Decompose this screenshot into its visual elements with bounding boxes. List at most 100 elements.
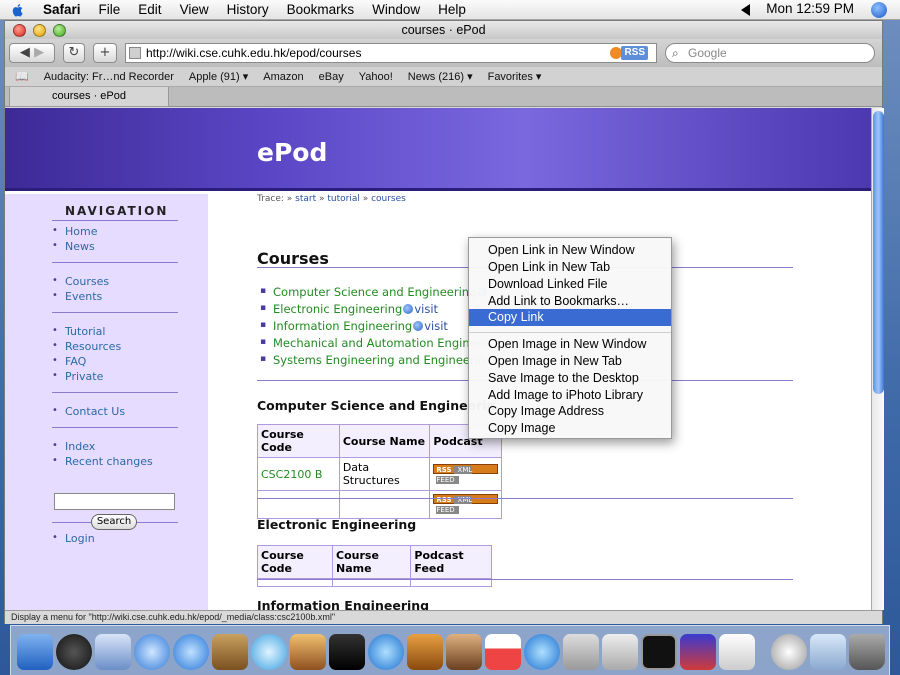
- google-search-field[interactable]: ⌕ Google: [665, 43, 875, 63]
- iphoto-icon[interactable]: [290, 634, 326, 670]
- reload-button[interactable]: ↻: [63, 43, 85, 63]
- ichat-icon[interactable]: [173, 634, 209, 670]
- rss-button[interactable]: RSS: [621, 46, 648, 60]
- system-preferences-icon[interactable]: [563, 634, 599, 670]
- course-link-seem[interactable]: Systems Engineering and Engineerin: [260, 353, 485, 367]
- grab-icon[interactable]: [602, 634, 638, 670]
- nav-faq[interactable]: FAQ: [52, 355, 87, 368]
- podcast-feed-button[interactable]: RSS XML FEED: [433, 494, 498, 514]
- breadcrumb-tutorial[interactable]: tutorial: [327, 194, 359, 204]
- address-bar[interactable]: http://wiki.cse.cuhk.edu.hk/epod/courses…: [125, 43, 657, 63]
- address-url: http://wiki.cse.cuhk.edu.hk/epod/courses: [146, 46, 362, 60]
- menu-open-image-new-tab[interactable]: Open Image in New Tab: [469, 353, 671, 370]
- apple-menu-icon[interactable]: [10, 2, 26, 18]
- imovie-icon[interactable]: [329, 634, 365, 670]
- nav-tutorial[interactable]: Tutorial: [52, 325, 106, 338]
- bookmarks-book-icon[interactable]: 📖: [15, 70, 29, 83]
- trash-icon[interactable]: [849, 634, 885, 670]
- back-forward-buttons[interactable]: ◀ ▶: [9, 43, 55, 63]
- menu-file[interactable]: File: [90, 2, 130, 17]
- menu-copy-link[interactable]: Copy Link: [469, 309, 671, 326]
- bookmark-audacity[interactable]: Audacity: Fr…nd Recorder: [44, 71, 174, 83]
- garageband-icon[interactable]: [407, 634, 443, 670]
- course-link-ie[interactable]: Information Engineeringvisit: [260, 319, 448, 333]
- menu-window[interactable]: Window: [363, 2, 429, 17]
- breadcrumb-start[interactable]: start: [295, 194, 316, 204]
- menu-copy-image[interactable]: Copy Image: [469, 420, 671, 437]
- menubar-clock[interactable]: Mon 12:59 PM: [766, 1, 854, 16]
- address-book-icon[interactable]: [212, 634, 248, 670]
- tab-courses[interactable]: courses · ePod: [9, 87, 169, 107]
- menu-bookmarks[interactable]: Bookmarks: [278, 2, 364, 17]
- terminal-icon[interactable]: [641, 634, 677, 670]
- volume-icon[interactable]: [741, 4, 750, 16]
- window-titlebar[interactable]: courses · ePod: [5, 21, 882, 39]
- course-code-link[interactable]: CSC2100 B: [257, 457, 340, 491]
- spotlight-icon[interactable]: [871, 2, 887, 18]
- quicktime-icon[interactable]: [524, 634, 560, 670]
- minimize-button[interactable]: [33, 24, 46, 37]
- globe-icon: [403, 304, 414, 314]
- nav-index[interactable]: Index: [52, 440, 95, 453]
- mail-icon[interactable]: [95, 634, 131, 670]
- breadcrumb-courses[interactable]: courses: [371, 194, 406, 204]
- mail-alias-icon[interactable]: [771, 634, 807, 670]
- forward-arrow-icon[interactable]: ▶: [34, 45, 44, 60]
- itunes-icon[interactable]: [251, 634, 287, 670]
- menu-open-link-new-tab[interactable]: Open Link in New Tab: [469, 259, 671, 276]
- minimized-window-icon[interactable]: [810, 634, 846, 670]
- bookmark-favorites[interactable]: Favorites ▾: [488, 70, 542, 83]
- visit-link-ie[interactable]: visit: [424, 319, 448, 333]
- bookmark-news[interactable]: News (216) ▾: [408, 70, 473, 83]
- site-title[interactable]: ePod: [257, 138, 327, 167]
- podcast-feed-button[interactable]: RSS XML FEED: [433, 463, 498, 484]
- menu-view[interactable]: View: [171, 2, 218, 17]
- nav-home[interactable]: Home: [52, 225, 98, 238]
- nav-courses[interactable]: Courses: [52, 275, 109, 288]
- menu-save-image-desktop[interactable]: Save Image to the Desktop: [469, 370, 671, 387]
- safari-dock-icon[interactable]: [134, 634, 170, 670]
- bookmark-yahoo[interactable]: Yahoo!: [359, 71, 393, 83]
- course-link-ee[interactable]: Electronic Engineeringvisit: [260, 302, 438, 316]
- dashboard-icon[interactable]: [56, 634, 92, 670]
- menu-edit[interactable]: Edit: [129, 2, 170, 17]
- bookmark-amazon[interactable]: Amazon: [263, 71, 303, 83]
- nav-login[interactable]: Login: [52, 532, 95, 545]
- add-bookmark-button[interactable]: +: [93, 43, 117, 63]
- idvd-icon[interactable]: [368, 634, 404, 670]
- back-arrow-icon[interactable]: ◀: [20, 45, 30, 60]
- course-link-mae[interactable]: Mechanical and Automation Engineer: [260, 336, 488, 350]
- nav-recent-changes[interactable]: Recent changes: [52, 455, 153, 468]
- menu-history[interactable]: History: [218, 2, 278, 17]
- textedit-icon[interactable]: [719, 634, 755, 670]
- snapback-icon[interactable]: [610, 47, 622, 59]
- menu-copy-image-address[interactable]: Copy Image Address: [469, 403, 671, 420]
- nav-news[interactable]: News: [52, 240, 95, 253]
- menu-add-link-to-bookmarks[interactable]: Add Link to Bookmarks…: [469, 293, 671, 310]
- menu-help[interactable]: Help: [429, 2, 475, 17]
- menu-download-linked-file[interactable]: Download Linked File: [469, 276, 671, 293]
- ical-icon[interactable]: [485, 634, 521, 670]
- close-button[interactable]: [13, 24, 26, 37]
- menu-open-link-new-window[interactable]: Open Link in New Window: [469, 242, 671, 259]
- wiki-search-input[interactable]: [54, 493, 175, 510]
- finder-icon[interactable]: [17, 634, 53, 670]
- menu-open-image-new-window[interactable]: Open Image in New Window: [469, 336, 671, 353]
- visit-link-ee[interactable]: visit: [414, 302, 438, 316]
- photo-booth-icon[interactable]: [446, 634, 482, 670]
- wiki-search-button[interactable]: Search: [91, 514, 137, 530]
- scrollbar-thumb[interactable]: [873, 111, 884, 394]
- bookmark-apple[interactable]: Apple (91) ▾: [189, 70, 248, 83]
- nav-contact-us[interactable]: Contact Us: [52, 405, 125, 418]
- zoom-button[interactable]: [53, 24, 66, 37]
- section-title-cse: Computer Science and Engineerin: [257, 398, 496, 413]
- nav-private[interactable]: Private: [52, 370, 103, 383]
- nav-resources[interactable]: Resources: [52, 340, 121, 353]
- menu-add-image-iphoto[interactable]: Add Image to iPhoto Library: [469, 387, 671, 404]
- bookmark-ebay[interactable]: eBay: [319, 71, 344, 83]
- audacity-icon[interactable]: [680, 634, 716, 670]
- course-link-cse[interactable]: Computer Science and Engineering: [260, 285, 488, 299]
- vertical-scrollbar[interactable]: [871, 108, 884, 610]
- menu-app-safari[interactable]: Safari: [34, 2, 90, 17]
- nav-events[interactable]: Events: [52, 290, 102, 303]
